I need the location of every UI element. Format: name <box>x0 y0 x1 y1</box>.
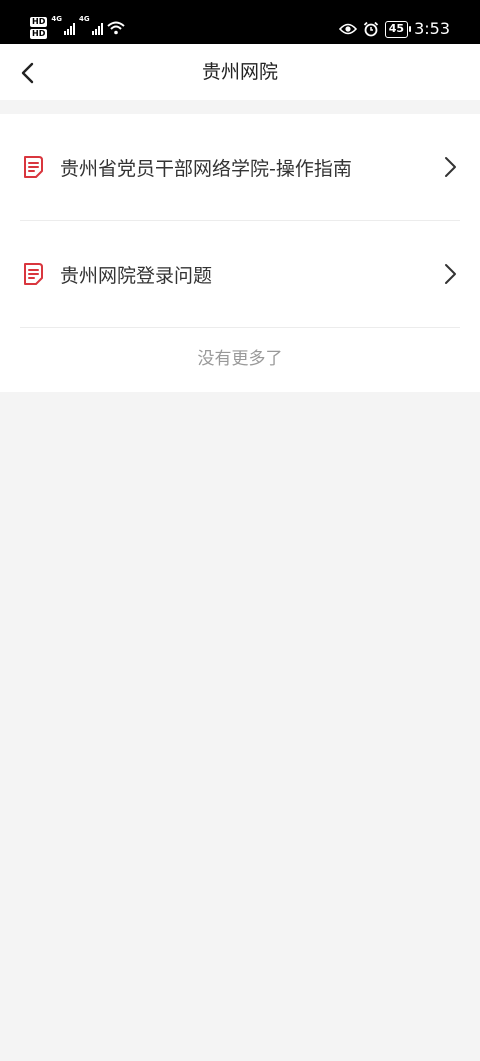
list-item-label: 贵州省党员干部网络学院-操作指南 <box>60 157 352 180</box>
chevron-right-icon <box>445 264 456 284</box>
hd-indicators: HD HD <box>30 17 48 39</box>
battery-icon: 45 <box>384 20 412 38</box>
status-right: 45 3:53 <box>338 18 450 40</box>
nav-bar: 贵州网院 <box>0 44 480 100</box>
signal-icon-2 <box>91 21 103 35</box>
eye-icon <box>338 23 357 35</box>
alarm-icon <box>363 21 378 37</box>
list-item-label: 贵州网院登录问题 <box>60 264 213 287</box>
document-icon <box>24 156 43 178</box>
signal-icon <box>63 21 75 35</box>
hd-badge-1: HD <box>30 17 48 27</box>
list-item[interactable]: 贵州网院登录问题 <box>20 221 460 328</box>
network-type-1: 4G <box>51 15 62 23</box>
clock: 3:53 <box>414 19 450 38</box>
page-title: 贵州网院 <box>201 61 278 83</box>
network-type-2: 4G <box>78 15 90 23</box>
article-list: 贵州省党员干部网络学院-操作指南 贵州网院登录问题 没有更多了 <box>0 114 480 392</box>
status-left: HD HD 4G 4G <box>30 14 125 42</box>
hd-badge-2: HD <box>30 29 48 39</box>
status-bar: HD HD 4G 4G 45 3:53 <box>0 0 480 44</box>
list-end-text: 没有更多了 <box>197 349 283 369</box>
list-item[interactable]: 贵州省党员干部网络学院-操作指南 <box>20 114 460 221</box>
chevron-right-icon <box>445 157 456 177</box>
document-icon <box>24 263 43 285</box>
wifi-icon <box>106 21 125 35</box>
